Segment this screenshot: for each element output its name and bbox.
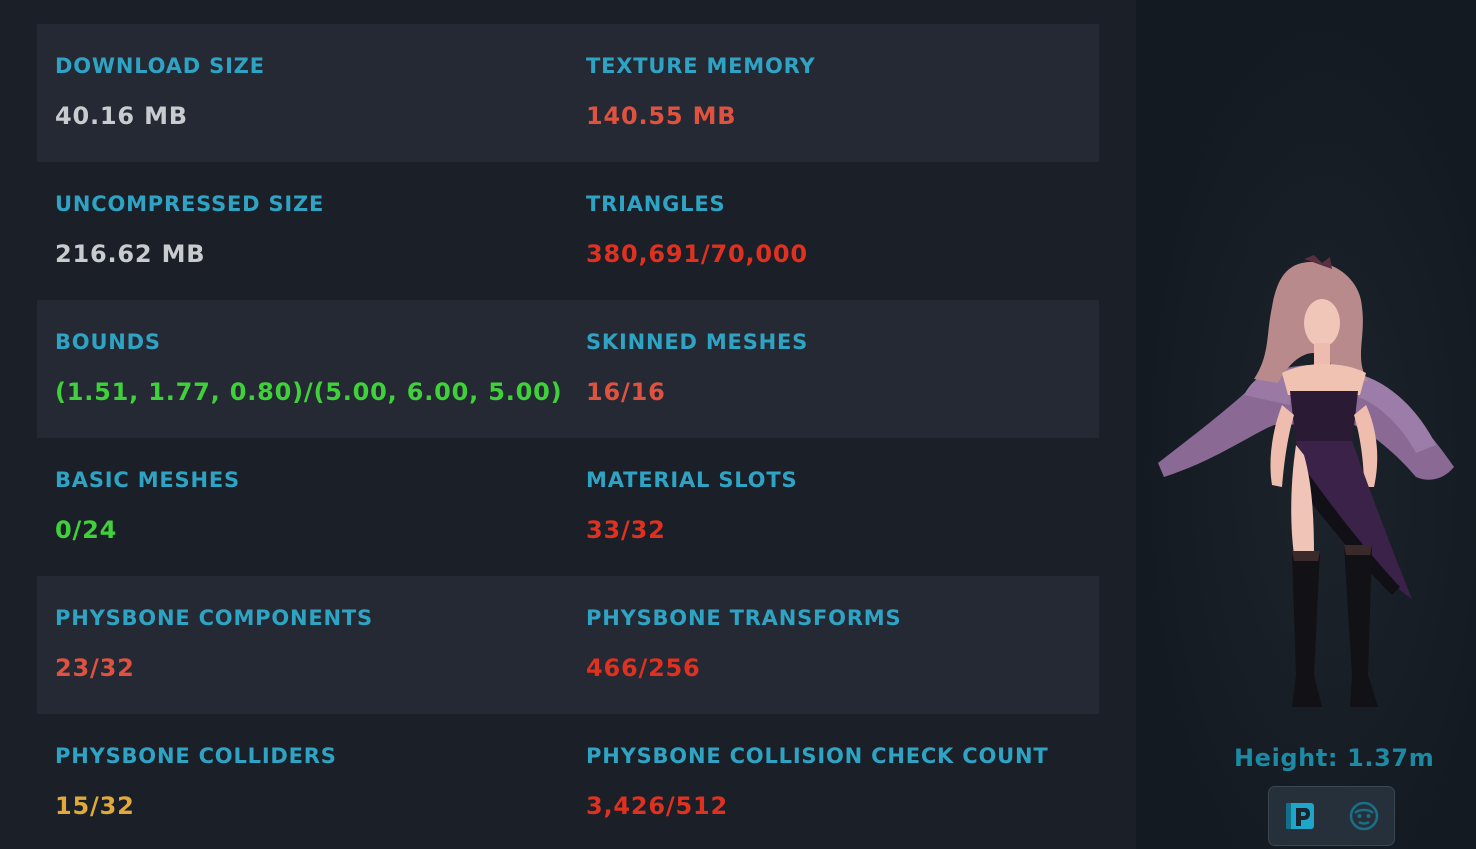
performance-stats-panel: DOWNLOAD SIZE 40.16 MB TEXTURE MEMORY 14… xyxy=(0,0,1136,849)
avatar-details-icon[interactable] xyxy=(1283,799,1317,833)
stat-value: 33/32 xyxy=(586,516,666,544)
stats-row: BASIC MESHES 0/24 MATERIAL SLOTS 33/32 xyxy=(37,438,1099,576)
stats-row: DOWNLOAD SIZE 40.16 MB TEXTURE MEMORY 14… xyxy=(37,24,1099,162)
stat-label: MATERIAL SLOTS xyxy=(586,468,798,492)
stat-value: 16/16 xyxy=(586,378,666,406)
stat-label: UNCOMPRESSED SIZE xyxy=(55,192,325,216)
stat-label: PHYSBONE TRANSFORMS xyxy=(586,606,902,630)
avatar-performance-screen: DOWNLOAD SIZE 40.16 MB TEXTURE MEMORY 14… xyxy=(0,0,1476,849)
stat-label: DOWNLOAD SIZE xyxy=(55,54,265,78)
stat-value: 40.16 MB xyxy=(55,102,188,130)
stats-row: PHYSBONE COLLIDERS 15/32 PHYSBONE COLLIS… xyxy=(37,714,1099,849)
avatar-preview-panel: Height: 1.37m xyxy=(1136,0,1476,849)
stat-label: PHYSBONE COMPONENTS xyxy=(55,606,373,630)
stat-value: 216.62 MB xyxy=(55,240,206,268)
avatar-height-label: Height: 1.37m xyxy=(1234,744,1435,772)
stat-label: PHYSBONE COLLIDERS xyxy=(55,744,337,768)
stat-label: BASIC MESHES xyxy=(55,468,240,492)
stat-value: 23/32 xyxy=(55,654,135,682)
stat-label: SKINNED MESHES xyxy=(586,330,809,354)
stat-value: 15/32 xyxy=(55,792,135,820)
stat-label: TRIANGLES xyxy=(586,192,726,216)
stat-value: 140.55 MB xyxy=(586,102,737,130)
stat-value: 0/24 xyxy=(55,516,118,544)
avatar-model-image[interactable] xyxy=(1154,255,1460,715)
stats-row: PHYSBONE COMPONENTS 23/32 PHYSBONE TRANS… xyxy=(37,576,1099,714)
stats-row: UNCOMPRESSED SIZE 216.62 MB TRIANGLES 38… xyxy=(37,162,1099,300)
avatar-toolbar xyxy=(1268,786,1395,846)
stat-label: TEXTURE MEMORY xyxy=(586,54,816,78)
face-icon[interactable] xyxy=(1347,799,1381,833)
stats-row: BOUNDS (1.51, 1.77, 0.80)/(5.00, 6.00, 5… xyxy=(37,300,1099,438)
stat-value: 380,691/70,000 xyxy=(586,240,808,268)
stat-value: (1.51, 1.77, 0.80)/(5.00, 6.00, 5.00) xyxy=(55,378,563,406)
stat-label: PHYSBONE COLLISION CHECK COUNT xyxy=(586,744,1049,768)
stat-value: 3,426/512 xyxy=(586,792,728,820)
stat-value: 466/256 xyxy=(586,654,701,682)
stat-label: BOUNDS xyxy=(55,330,161,354)
